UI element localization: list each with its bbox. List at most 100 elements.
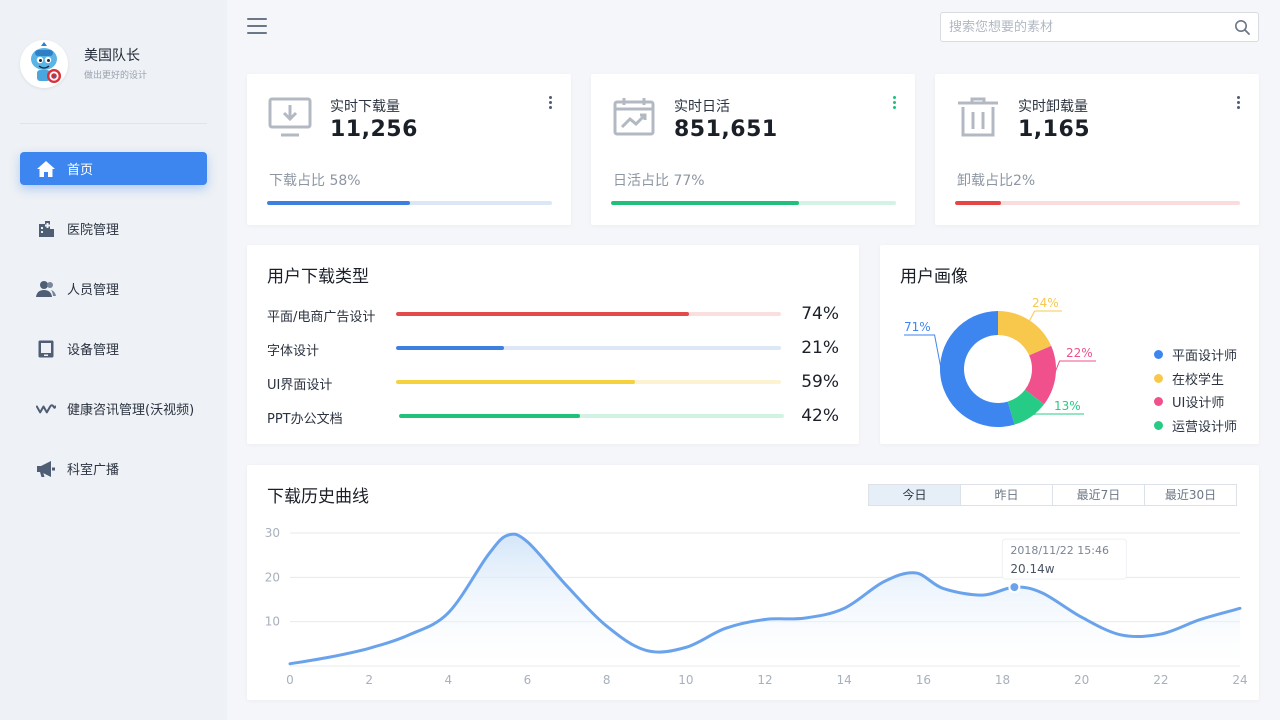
- stat-card-daily-active: 实时日活 851,651 日活占比 77%: [591, 74, 915, 225]
- persona-panel: 用户画像 71% 24% 22% 13% 平面设计师 在校学生 UI设计师 运营设计师: [880, 245, 1259, 444]
- users-icon: [36, 280, 56, 298]
- menu-toggle-icon[interactable]: [247, 18, 267, 36]
- sidebar-item-broadcast[interactable]: 科室广播: [20, 452, 207, 485]
- brand-subtitle: 做出更好的设计: [84, 71, 148, 81]
- persona-legend: 平面设计师 在校学生 UI设计师 运营设计师: [1154, 343, 1237, 437]
- legend-item: UI设计师: [1154, 390, 1237, 414]
- stat-progress-bar: [955, 201, 1240, 205]
- row-label: PPT办公文档: [267, 412, 343, 427]
- stat-footer: 卸载占比2%: [957, 173, 1036, 189]
- x-tick-label: 8: [603, 673, 611, 687]
- brand: 美国队长 做出更好的设计: [20, 40, 147, 88]
- legend-dot: [1154, 350, 1163, 360]
- stat-footer: 下载占比 58%: [269, 173, 361, 189]
- row-label: UI界面设计: [267, 378, 333, 393]
- y-tick-label: 10: [265, 615, 280, 629]
- more-options-icon[interactable]: [891, 96, 897, 112]
- stat-value: 851,651: [674, 117, 778, 142]
- megaphone-icon: [36, 460, 56, 478]
- sidebar-item-label: 首页: [67, 163, 94, 178]
- x-tick-label: 18: [995, 673, 1010, 687]
- x-tick-label: 10: [678, 673, 693, 687]
- donut-leader-line: [1028, 310, 1062, 323]
- sidebar-item-home[interactable]: 首页: [20, 152, 207, 185]
- sidebar-item-label: 人员管理: [67, 283, 120, 298]
- avatar[interactable]: [20, 40, 68, 88]
- x-tick-label: 4: [445, 673, 453, 687]
- panel-title: 用户下载类型: [267, 267, 369, 287]
- more-options-icon[interactable]: [1235, 96, 1241, 112]
- sidebar-item-label: 设备管理: [67, 343, 120, 358]
- home-icon: [36, 160, 56, 178]
- y-tick-label: 30: [265, 526, 280, 540]
- sidebar-item-label: 医院管理: [67, 223, 120, 238]
- download-types-panel: 用户下载类型 平面/电商广告设计 74% 字体设计 21% UI界面设计 59%…: [247, 245, 859, 444]
- sidebar-item-health-news[interactable]: 健康咨讯管理(沃视频): [20, 392, 207, 425]
- x-tick-label: 20: [1074, 673, 1089, 687]
- legend-label: 运营设计师: [1172, 419, 1238, 435]
- sidebar-nav: 首页 医院管理 人员管理 设备管理 健康咨讯管理(沃视频) 科室广播: [20, 152, 207, 512]
- stat-title: 实时下载量: [330, 99, 400, 115]
- legend-item: 平面设计师: [1154, 343, 1237, 367]
- search-icon[interactable]: [1234, 19, 1250, 35]
- x-tick-label: 24: [1232, 673, 1247, 687]
- search-input[interactable]: [941, 13, 1211, 41]
- stat-value: 1,165: [1018, 117, 1091, 142]
- donut-slice-label: 22%: [1066, 346, 1093, 360]
- sidebar-item-users[interactable]: 人员管理: [20, 272, 207, 305]
- donut-slice-label: 71%: [904, 320, 931, 334]
- y-tick-label: 20: [265, 570, 280, 584]
- sidebar-item-label: 科室广播: [67, 463, 120, 478]
- download-type-row: UI界面设计 59%: [267, 372, 839, 393]
- download-type-row: 平面/电商广告设计 74%: [267, 304, 839, 325]
- x-tick-label: 14: [837, 673, 852, 687]
- persona-donut-chart: 71% 24% 22% 13%: [904, 296, 1096, 427]
- row-percent: 74%: [801, 304, 839, 324]
- download-type-row: 字体设计 21%: [267, 338, 839, 359]
- row-percent: 59%: [801, 372, 839, 392]
- highlight-point[interactable]: [1008, 581, 1021, 594]
- x-tick-label: 6: [524, 673, 532, 687]
- row-progress-bar: [396, 312, 781, 316]
- row-progress-bar: [396, 380, 781, 384]
- sidebar-item-hospital[interactable]: 医院管理: [20, 212, 207, 245]
- brand-name: 美国队长: [84, 48, 140, 64]
- stat-card-uninstalls: 实时卸载量 1,165 卸载占比2%: [935, 74, 1259, 225]
- stat-card-downloads: 实时下载量 11,256 下载占比 58%: [247, 74, 571, 225]
- trash-icon: [955, 96, 1003, 138]
- row-label: 字体设计: [267, 344, 320, 359]
- row-progress-bar: [399, 414, 784, 418]
- legend-dot: [1154, 397, 1163, 407]
- row-label: 平面/电商广告设计: [267, 310, 376, 325]
- row-progress-bar: [396, 346, 781, 350]
- donut-leader-line: [904, 334, 944, 378]
- row-percent: 42%: [801, 406, 839, 426]
- download-type-row: PPT办公文档 42%: [267, 406, 839, 427]
- tooltip-value: 20.14w: [1010, 562, 1054, 576]
- search-box: [940, 12, 1259, 42]
- donut-slice-label: 24%: [1032, 296, 1059, 310]
- x-tick-label: 2: [365, 673, 373, 687]
- x-tick-label: 0: [286, 673, 294, 687]
- download-history-chart: 1020300 2 4 6 8 10 12 14 16 18 20 22 242018/11/22 15…: [265, 526, 1248, 687]
- donut-leader-line: [1029, 413, 1084, 416]
- more-options-icon[interactable]: [547, 96, 553, 112]
- sidebar-item-label: 健康咨讯管理(沃视频): [67, 403, 195, 418]
- tooltip-time: 2018/11/22 15:46: [1010, 544, 1109, 557]
- download-monitor-icon: [267, 96, 315, 138]
- x-tick-label: 12: [757, 673, 772, 687]
- history-panel: 下载历史曲线 今日 昨日 最近7日 最近30日 10 20 30 0 2 4 6 8 10 12 1…: [247, 465, 1259, 700]
- legend-label: UI设计师: [1172, 396, 1225, 412]
- legend-dot: [1154, 420, 1163, 430]
- legend-label: 在校学生: [1172, 372, 1225, 388]
- sidebar-item-devices[interactable]: 设备管理: [20, 332, 207, 365]
- stat-progress-bar: [267, 201, 552, 205]
- stat-footer: 日活占比 77%: [613, 173, 705, 189]
- sidebar-divider: [20, 123, 207, 124]
- calendar-trend-icon: [611, 96, 659, 138]
- tablet-icon: [36, 340, 56, 358]
- stat-value: 11,256: [330, 117, 418, 142]
- stat-progress-bar: [611, 201, 896, 205]
- donut-slice[interactable]: [998, 311, 1052, 356]
- sidebar: 美国队长 做出更好的设计 首页 医院管理 人员管理 设备管理 健康咨讯管理(沃视…: [0, 0, 227, 720]
